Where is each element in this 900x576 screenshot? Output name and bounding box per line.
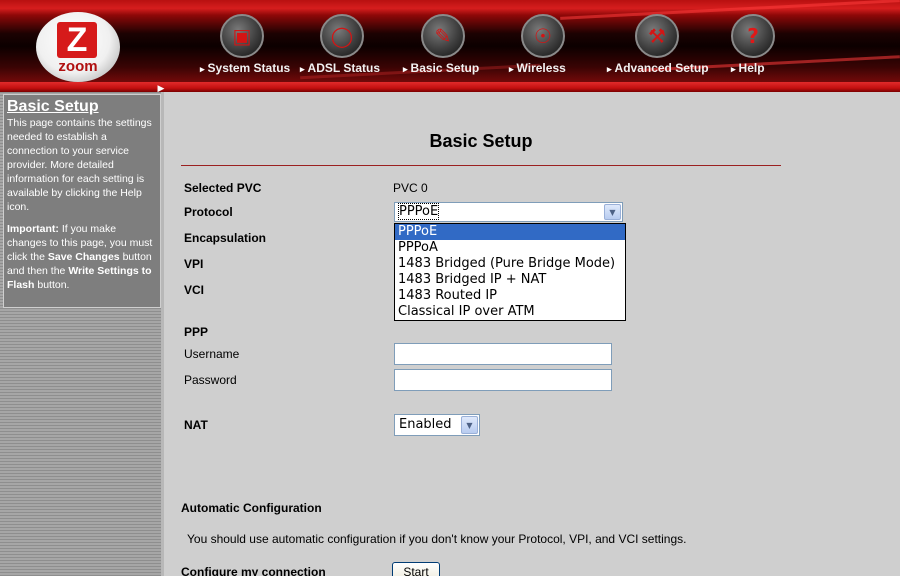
protocol-option[interactable]: 1483 Bridged IP + NAT (395, 272, 625, 288)
selected-pvc-value: PVC 0 (393, 181, 428, 195)
protocol-option[interactable]: PPPoE (395, 224, 625, 240)
selected-pvc-label: Selected PVC (184, 181, 262, 195)
username-label: Username (184, 347, 240, 361)
basic-setup-icon: ✎ (421, 14, 465, 58)
sidebar-description: This page contains the settings needed t… (7, 117, 152, 213)
title-divider (181, 165, 781, 166)
save-changes-ref: Save Changes (47, 251, 120, 263)
protocol-select[interactable]: PPPoE ▼ (394, 202, 623, 222)
logo-letter: Z (57, 22, 97, 58)
vci-label: VCI (184, 283, 205, 297)
chevron-down-icon[interactable]: ▼ (461, 416, 478, 434)
important-label: Important: (7, 223, 59, 235)
auto-config-heading: Automatic Configuration (181, 501, 322, 515)
nav-label: Help (731, 60, 765, 77)
password-input[interactable] (394, 369, 612, 391)
nav-adsl-status[interactable]: ◯ ADSL Status (300, 14, 380, 78)
protocol-option[interactable]: 1483 Routed IP (395, 288, 625, 304)
username-input[interactable] (394, 343, 612, 365)
nav-basic-setup[interactable]: ✎ Basic Setup (403, 14, 479, 78)
start-button[interactable]: Start (392, 562, 440, 576)
protocol-option[interactable]: 1483 Bridged (Pure Bridge Mode) (395, 256, 625, 272)
sidebar: Basic Setup This page contains the setti… (0, 92, 163, 576)
important-text: button. (34, 279, 70, 291)
wrench-icon: ⚒ (635, 14, 679, 58)
nav-label: System Status (200, 60, 291, 77)
header-bottom-bar (0, 82, 900, 92)
wireless-icon: ☉ (521, 14, 565, 58)
nav-label: ADSL Status (300, 60, 380, 77)
sidebar-divider (161, 92, 164, 576)
nav-advanced-setup[interactable]: ⚒ Advanced Setup (607, 14, 709, 78)
nat-selected-value: Enabled (399, 417, 452, 432)
encapsulation-label: Encapsulation (184, 231, 267, 245)
system-status-icon: ▣ (220, 14, 264, 58)
protocol-dropdown-list[interactable]: PPPoE PPPoA 1483 Bridged (Pure Bridge Mo… (394, 223, 626, 321)
nav-label: Basic Setup (403, 60, 480, 77)
ppp-label: PPP (184, 325, 209, 339)
logo-word: zoom (58, 58, 98, 75)
zoom-logo[interactable]: Z zoom (36, 12, 120, 82)
vpi-label: VPI (184, 257, 204, 271)
nav-help[interactable]: ? Help (729, 14, 779, 78)
magnifier-icon: ◯ (320, 14, 364, 58)
page-title: Basic Setup (429, 131, 533, 151)
configure-connection-label: Configure my connection (181, 565, 326, 576)
sidebar-important: Important: If you make changes to this p… (7, 222, 157, 292)
sidebar-arrow-icon: ▶ (157, 84, 165, 94)
nat-label: NAT (184, 418, 208, 432)
sidebar-title: Basic Setup (7, 98, 99, 115)
protocol-selected-value: PPPoE (397, 203, 440, 220)
help-icon: ? (731, 14, 775, 58)
protocol-label: Protocol (184, 205, 233, 219)
nat-select[interactable]: Enabled ▼ (394, 414, 480, 436)
nav-label: Wireless (509, 60, 566, 77)
protocol-option[interactable]: Classical IP over ATM (395, 304, 625, 320)
nav-system-status[interactable]: ▣ System Status (200, 14, 290, 78)
chevron-down-icon[interactable]: ▼ (604, 204, 621, 220)
sidebar-help-panel: Basic Setup This page contains the setti… (3, 94, 161, 308)
protocol-option[interactable]: PPPoA (395, 240, 625, 256)
nav-label: Advanced Setup (607, 60, 709, 77)
password-label: Password (184, 373, 237, 387)
nav-wireless[interactable]: ☉ Wireless (509, 14, 579, 78)
auto-config-description: You should use automatic configuration i… (187, 532, 687, 546)
